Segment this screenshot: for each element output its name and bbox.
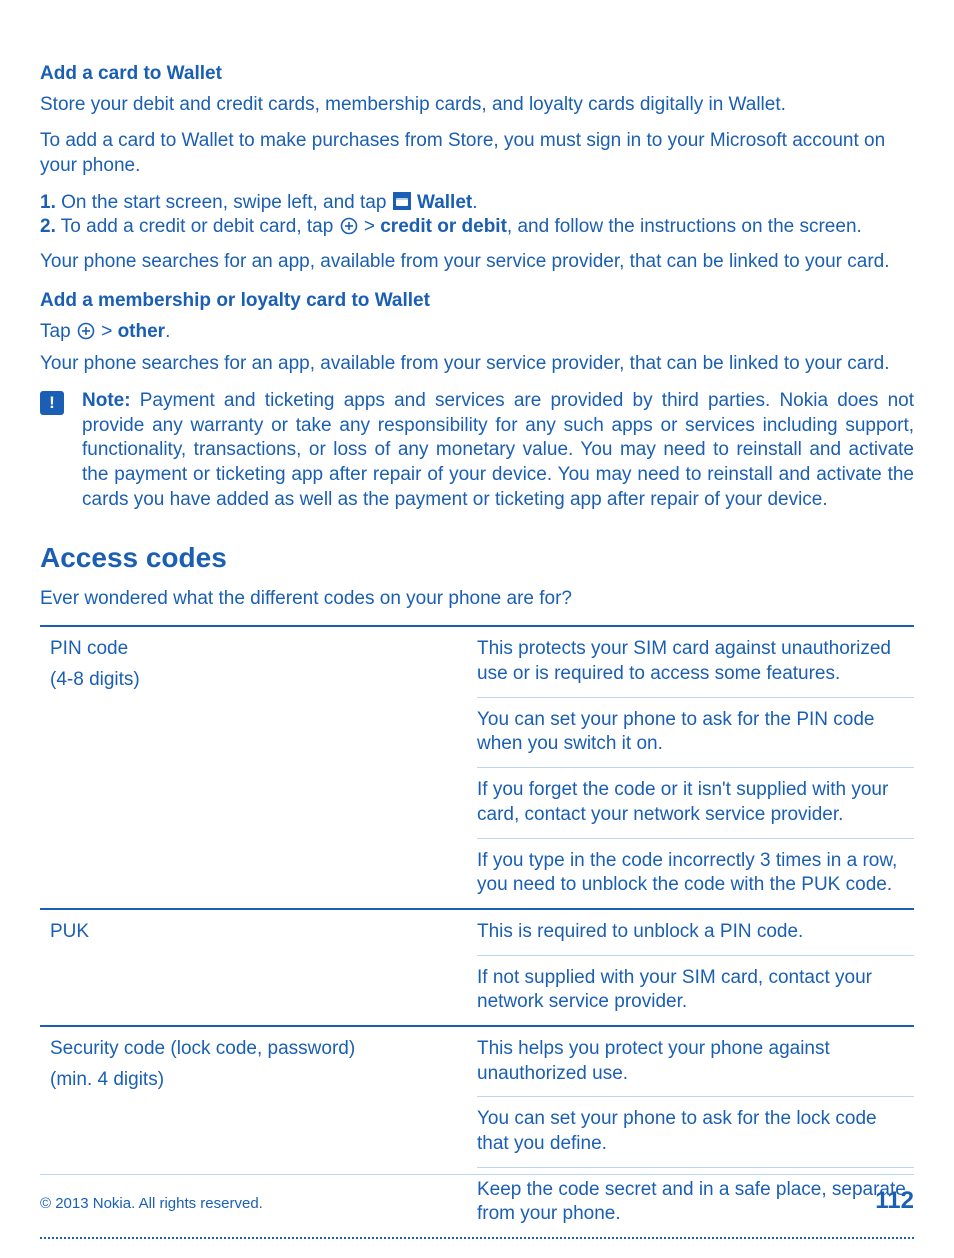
puk-term: PUK bbox=[50, 920, 469, 945]
add-icon bbox=[340, 217, 358, 235]
step-2-mid: > bbox=[359, 216, 381, 237]
step-2-tail: , and follow the instructions on the scr… bbox=[507, 216, 862, 237]
table-row-puk: PUK This is required to unblock a PIN co… bbox=[40, 908, 914, 1025]
table-row-pin: PIN code (4-8 digits) This protects your… bbox=[40, 625, 914, 908]
membership-para1: Your phone searches for an app, availabl… bbox=[40, 352, 914, 377]
steps-block: 1. On the start screen, swipe left, and … bbox=[40, 191, 914, 240]
step-1-tail: . bbox=[472, 192, 477, 213]
step-2: 2. To add a credit or debit card, tap > … bbox=[40, 215, 914, 240]
access-codes-heading: Access codes bbox=[40, 540, 914, 576]
footer-page-number: 112 bbox=[875, 1185, 914, 1216]
pin-cell-4: If you type in the code incorrectly 3 ti… bbox=[477, 838, 914, 908]
pin-subterm: (4-8 digits) bbox=[50, 668, 469, 693]
puk-term-cell: PUK bbox=[40, 910, 477, 1025]
tap-other-line: Tap > other. bbox=[40, 320, 914, 345]
puk-cell-1: This is required to unblock a PIN code. bbox=[477, 910, 914, 955]
membership-heading: Add a membership or loyalty card to Wall… bbox=[40, 289, 914, 314]
wallet-para3: Your phone searches for an app, availabl… bbox=[40, 250, 914, 275]
pin-term-cell: PIN code (4-8 digits) bbox=[40, 627, 477, 908]
tap-bold-other: other bbox=[118, 321, 166, 342]
step-1-bold-wallet-text: Wallet bbox=[417, 192, 472, 213]
security-term: Security code (lock code, password) bbox=[50, 1037, 469, 1062]
footer: © 2013 Nokia. All rights reserved. 112 bbox=[40, 1174, 914, 1216]
codes-table: PIN code (4-8 digits) This protects your… bbox=[40, 625, 914, 1239]
tap-tail: . bbox=[165, 321, 170, 342]
step-2-bold-credit-debit: credit or debit bbox=[380, 216, 507, 237]
footer-copyright: © 2013 Nokia. All rights reserved. bbox=[40, 1194, 263, 1214]
pin-cell-1: This protects your SIM card against unau… bbox=[477, 627, 914, 696]
note-icon-glyph: ! bbox=[49, 392, 55, 414]
step-1: 1. On the start screen, swipe left, and … bbox=[40, 191, 914, 216]
puk-cell-2: If not supplied with your SIM card, cont… bbox=[477, 955, 914, 1025]
step-1-number: 1. bbox=[40, 192, 56, 213]
wallet-para1: Store your debit and credit cards, membe… bbox=[40, 93, 914, 118]
step-1-text-a: On the start screen, swipe left, and tap bbox=[56, 192, 392, 213]
add-icon-2 bbox=[77, 322, 95, 340]
wallet-section-heading: Add a card to Wallet bbox=[40, 62, 914, 87]
tap-text-a: Tap bbox=[40, 321, 76, 342]
note-icon: ! bbox=[40, 391, 64, 415]
note-label: Note: bbox=[82, 390, 140, 411]
pin-cell-3: If you forget the code or it isn't suppl… bbox=[477, 767, 914, 837]
wallet-para2: To add a card to Wallet to make purchase… bbox=[40, 129, 914, 178]
wallet-icon bbox=[393, 192, 411, 210]
tap-mid: > bbox=[96, 321, 118, 342]
security-cell-1: This helps you protect your phone agains… bbox=[477, 1027, 914, 1096]
pin-desc-cells: This protects your SIM card against unau… bbox=[477, 627, 914, 908]
note-body: Payment and ticketing apps and services … bbox=[82, 390, 914, 510]
puk-desc-cells: This is required to unblock a PIN code. … bbox=[477, 910, 914, 1025]
note-block: ! Note: Payment and ticketing apps and s… bbox=[40, 389, 914, 512]
step-2-number: 2. bbox=[40, 216, 56, 237]
note-content: Note: Payment and ticketing apps and ser… bbox=[82, 389, 914, 512]
pin-term: PIN code bbox=[50, 637, 469, 662]
security-cell-2: You can set your phone to ask for the lo… bbox=[477, 1096, 914, 1166]
security-subterm: (min. 4 digits) bbox=[50, 1068, 469, 1093]
pin-cell-2: You can set your phone to ask for the PI… bbox=[477, 697, 914, 767]
step-2-text-a: To add a credit or debit card, tap bbox=[56, 216, 339, 237]
access-codes-intro: Ever wondered what the different codes o… bbox=[40, 587, 914, 612]
